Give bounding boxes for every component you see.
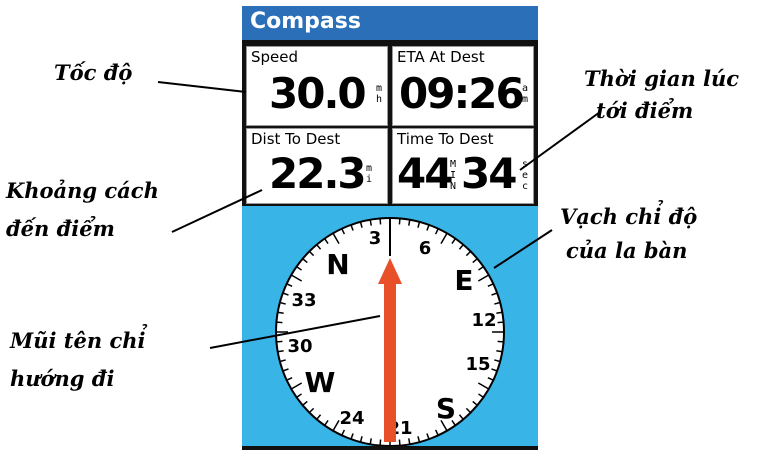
annotation-distance-line1: Khoảng cách [6, 178, 159, 203]
annotation-arrival-time-line1: Thời gian lúc [584, 66, 740, 91]
annotation-distance-line2: đến điểm [6, 216, 115, 241]
annotation-arrow-line1: Mũi tên chỉ [10, 328, 146, 353]
annotation-ticks-line2: của la bàn [566, 238, 688, 263]
annotation-speed: Tốc độ [54, 60, 133, 85]
annotation-arrow-line2: hướng đi [10, 366, 115, 391]
annotation-arrival-time-line2: tới điểm [596, 98, 694, 123]
annotation-ticks-line1: Vạch chỉ độ [560, 204, 698, 229]
